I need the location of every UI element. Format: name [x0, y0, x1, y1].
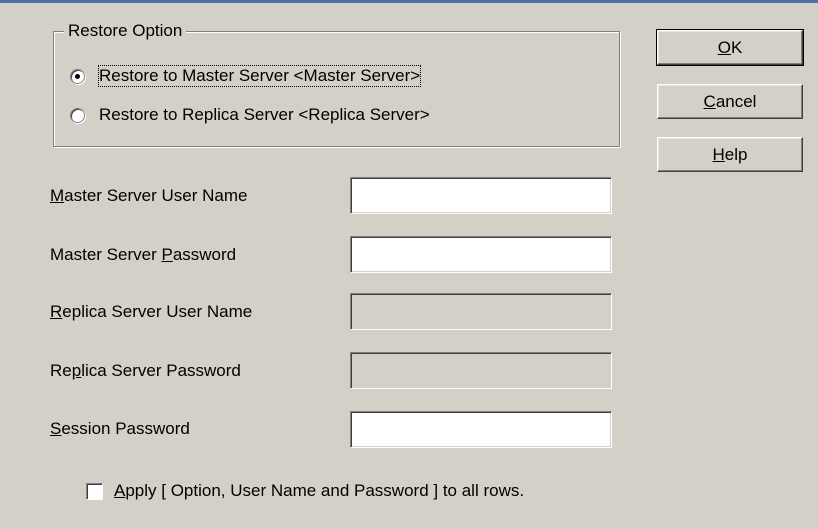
session-password-label: Session Password: [50, 418, 190, 440]
label-suffix: aster Server User Name: [64, 186, 248, 205]
label-mnemonic: S: [50, 419, 62, 438]
master-password-field[interactable]: [350, 236, 612, 273]
ok-label-rest: K: [730, 37, 743, 57]
label-suffix: eplica Server User Name: [62, 302, 253, 321]
master-user-name-label: Master Server User Name: [50, 185, 247, 207]
cancel-label-rest: ancel: [715, 91, 757, 111]
cancel-button[interactable]: Cancel: [657, 84, 803, 119]
label-prefix: Re: [50, 361, 72, 380]
apply-checkbox-label: Apply [ Option, User Name and Password ]…: [114, 481, 524, 501]
label-prefix: Master Server: [50, 245, 162, 264]
help-label-rest: elp: [724, 144, 748, 164]
cancel-mnemonic: C: [703, 91, 716, 111]
radio-button-master[interactable]: [70, 68, 85, 84]
apply-label-rest: pply [ Option, User Name and Password ] …: [125, 481, 525, 500]
session-password-field[interactable]: [350, 411, 612, 448]
label-mnemonic: M: [50, 186, 65, 205]
master-password-label: Master Server Password: [50, 244, 236, 266]
replica-password-field[interactable]: [350, 352, 612, 389]
radio-restore-replica[interactable]: Restore to Replica Server <Replica Serve…: [70, 104, 430, 126]
label-mnemonic: R: [50, 302, 63, 321]
replica-user-name-field[interactable]: [350, 293, 612, 330]
apply-checkbox-box[interactable]: [86, 482, 103, 500]
apply-mnemonic: A: [114, 481, 126, 500]
radio-selected-dot: [75, 73, 80, 79]
radio-restore-master[interactable]: Restore to Master Server <Master Server>: [70, 65, 422, 87]
label-suffix: assword: [172, 245, 237, 264]
label-mnemonic: p: [71, 361, 82, 380]
label-mnemonic: P: [161, 245, 173, 264]
replica-user-name-label: Replica Server User Name: [50, 301, 252, 323]
radio-restore-replica-label: Restore to Replica Server <Replica Serve…: [99, 105, 430, 124]
help-mnemonic: H: [712, 144, 725, 164]
title-bar-edge: [0, 0, 818, 3]
ok-mnemonic: O: [717, 37, 731, 57]
radio-restore-master-label: Restore to Master Server <Master Server>: [97, 65, 422, 87]
restore-option-legend: Restore Option: [64, 20, 187, 42]
label-suffix: lica Server Password: [81, 361, 241, 380]
master-user-name-field[interactable]: [350, 177, 612, 214]
replica-password-label: Replica Server Password: [50, 360, 241, 382]
help-button[interactable]: Help: [657, 137, 803, 172]
label-suffix: ession Password: [61, 419, 190, 438]
restore-option-group: [53, 31, 620, 147]
apply-to-all-rows-checkbox[interactable]: Apply [ Option, User Name and Password ]…: [86, 480, 524, 502]
radio-button-replica[interactable]: [70, 107, 85, 123]
ok-button[interactable]: OK: [656, 29, 804, 66]
